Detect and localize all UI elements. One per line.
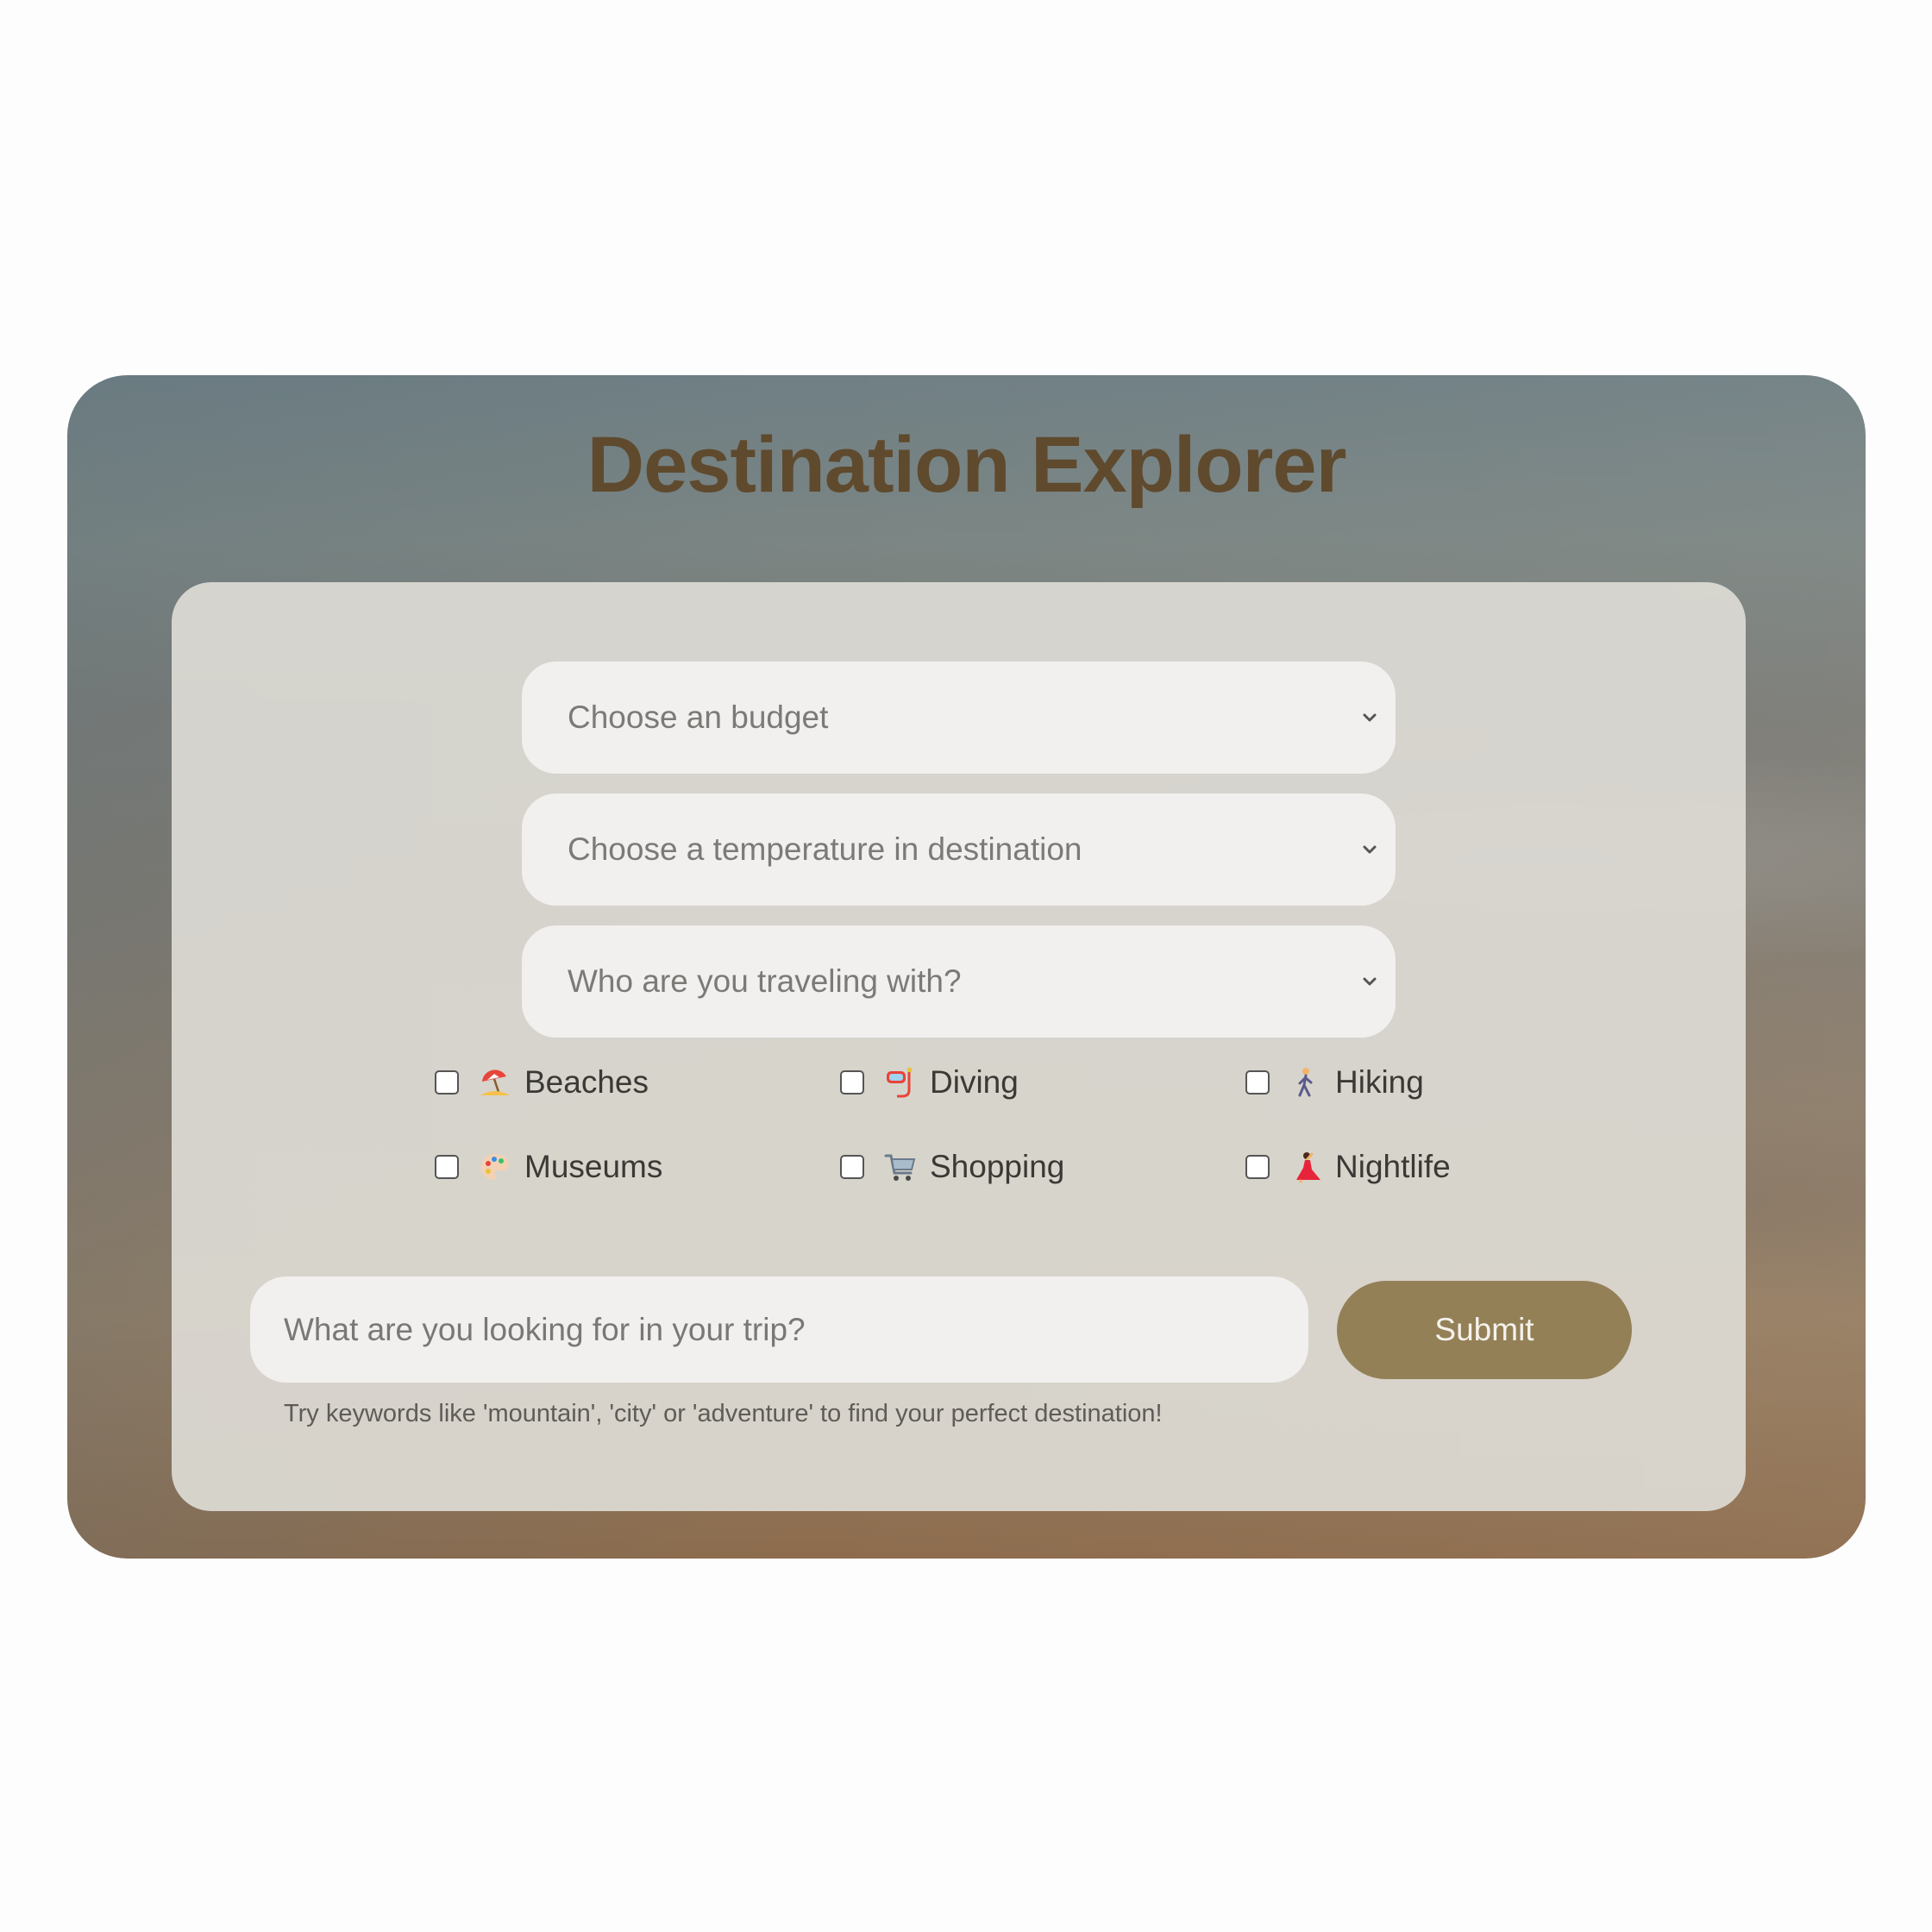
trip-search-input[interactable]: What are you looking for in your trip?	[250, 1276, 1308, 1383]
chevron-down-icon	[1363, 713, 1377, 722]
activity-label: Diving	[930, 1064, 1019, 1100]
hero-background: Destination Explorer Choose an budget Ch…	[67, 375, 1866, 1559]
page-title: Destination Explorer	[586, 421, 1347, 509]
hiking-checkbox[interactable]	[1245, 1070, 1270, 1095]
activity-nightlife[interactable]: Nightlife	[1245, 1141, 1451, 1193]
budget-select[interactable]: Choose an budget	[522, 662, 1396, 774]
companions-select-placeholder: Who are you traveling with?	[568, 963, 962, 999]
page: Destination Explorer Choose an budget Ch…	[0, 0, 1932, 1932]
shopping-checkbox[interactable]	[840, 1155, 864, 1179]
activity-label: Hiking	[1335, 1064, 1424, 1100]
dancer-icon	[1289, 1150, 1323, 1184]
search-hint: Try keywords like 'mountain', 'city' or …	[284, 1400, 1163, 1427]
person-walking-icon	[1289, 1065, 1323, 1100]
budget-select-placeholder: Choose an budget	[568, 699, 829, 735]
activity-museums[interactable]: Museums	[435, 1141, 662, 1193]
search-form-card: Choose an budget Choose a temperature in…	[172, 582, 1746, 1511]
artist-palette-icon	[478, 1150, 512, 1184]
diving-checkbox[interactable]	[840, 1070, 864, 1095]
chevron-down-icon	[1363, 845, 1377, 854]
companions-select[interactable]: Who are you traveling with?	[522, 925, 1396, 1038]
chevron-down-icon	[1363, 977, 1377, 986]
activity-label: Beaches	[524, 1064, 649, 1100]
museums-checkbox[interactable]	[435, 1155, 459, 1179]
activity-label: Museums	[524, 1149, 663, 1184]
diving-mask-icon	[883, 1065, 918, 1100]
beach-umbrella-icon	[478, 1065, 512, 1100]
activity-shopping[interactable]: Shopping	[840, 1141, 1064, 1193]
shopping-cart-icon	[883, 1150, 918, 1184]
activity-diving[interactable]: Diving	[840, 1057, 1019, 1108]
submit-button[interactable]: Submit	[1337, 1281, 1632, 1379]
activity-label: Nightlife	[1335, 1149, 1451, 1184]
activity-checkboxes: Beaches Diving Hiking Museums Shopping N…	[430, 1057, 1638, 1229]
nightlife-checkbox[interactable]	[1245, 1155, 1270, 1179]
activity-beaches[interactable]: Beaches	[435, 1057, 649, 1108]
activity-label: Shopping	[930, 1149, 1065, 1184]
temperature-select[interactable]: Choose a temperature in destination	[522, 794, 1396, 906]
trip-search-placeholder: What are you looking for in your trip?	[284, 1311, 806, 1347]
temperature-select-placeholder: Choose a temperature in destination	[568, 831, 1082, 867]
beaches-checkbox[interactable]	[435, 1070, 459, 1095]
activity-hiking[interactable]: Hiking	[1245, 1057, 1424, 1108]
